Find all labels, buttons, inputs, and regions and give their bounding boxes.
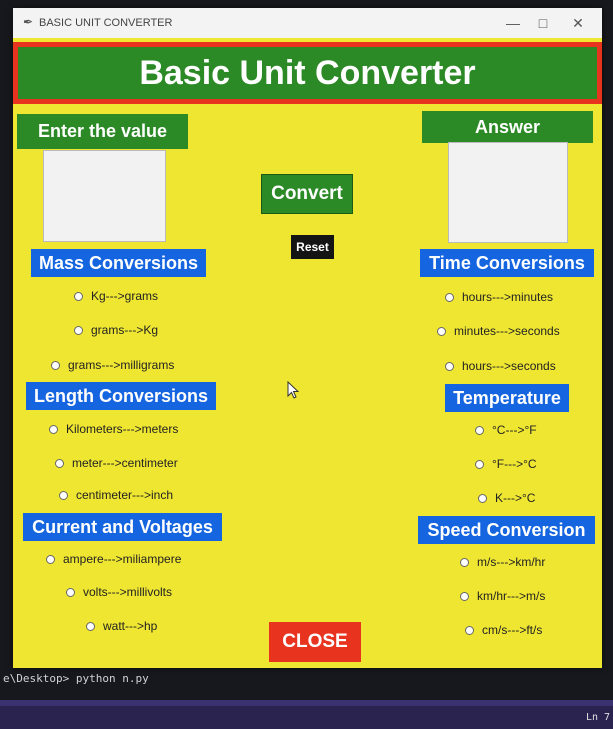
radio-kmhr-ms[interactable]: km/hr--->m/s: [460, 589, 545, 603]
radio-grams-milligrams[interactable]: grams--->milligrams: [51, 358, 174, 372]
radio-circle-icon: [460, 557, 469, 567]
app-title: Basic Unit Converter: [18, 47, 597, 99]
close-window-button[interactable]: ✕: [566, 12, 590, 34]
radio-circle-icon: [66, 587, 75, 597]
radio-circle-icon: [59, 490, 68, 500]
radio-watt-hp[interactable]: watt--->hp: [86, 619, 157, 633]
close-button[interactable]: CLOSE: [269, 622, 361, 662]
reset-button[interactable]: Reset: [291, 235, 334, 259]
mouse-pointer-icon: [287, 381, 299, 399]
maximize-button[interactable]: □: [531, 12, 555, 34]
radio-grams-kg[interactable]: grams--->Kg: [74, 323, 158, 337]
time-conversions-label: Time Conversions: [420, 249, 594, 277]
radio-cms-fts[interactable]: cm/s--->ft/s: [465, 623, 542, 637]
terminal-prompt-line: e\Desktop> python n.py: [3, 672, 149, 685]
radio-ms-kmhr[interactable]: m/s--->km/hr: [460, 555, 545, 569]
minimize-button[interactable]: —: [501, 12, 525, 34]
header-frame: Basic Unit Converter: [13, 42, 602, 104]
radio-kilometers-meters[interactable]: Kilometers--->meters: [49, 422, 178, 436]
window-titlebar: ✒ BASIC UNIT CONVERTER — □ ✕: [13, 8, 602, 38]
radio-hours-minutes[interactable]: hours--->minutes: [445, 290, 553, 304]
radio-circle-icon: [51, 360, 60, 370]
radio-volts-millivolts[interactable]: volts--->millivolts: [66, 585, 172, 599]
radio-circle-icon: [46, 554, 55, 564]
temperature-label: Temperature: [445, 384, 569, 412]
enter-value-label: Enter the value: [17, 114, 188, 149]
radio-celsius-fahrenheit[interactable]: °C--->°F: [475, 423, 537, 437]
feather-icon: ✒: [23, 15, 34, 29]
answer-label: Answer: [422, 111, 593, 143]
radio-circle-icon: [86, 621, 95, 631]
radio-circle-icon: [478, 493, 487, 503]
radio-circle-icon: [437, 326, 446, 336]
radio-hours-seconds[interactable]: hours--->seconds: [445, 359, 556, 373]
radio-circle-icon: [445, 361, 454, 371]
radio-circle-icon: [475, 459, 484, 469]
radio-kelvin-celsius[interactable]: K--->°C: [478, 491, 535, 505]
speed-conversion-label: Speed Conversion: [418, 516, 595, 544]
radio-circle-icon: [460, 591, 469, 601]
radio-circle-icon: [55, 458, 64, 468]
status-line-indicator: Ln 7: [586, 712, 611, 723]
mass-conversions-label: Mass Conversions: [31, 249, 206, 277]
length-conversions-label: Length Conversions: [26, 382, 216, 410]
converter-window: ✒ BASIC UNIT CONVERTER — □ ✕ Basic Unit …: [13, 8, 602, 668]
radio-meter-centimeter[interactable]: meter--->centimeter: [55, 456, 178, 470]
radio-fahrenheit-celsius[interactable]: °F--->°C: [475, 457, 537, 471]
radio-circle-icon: [465, 625, 474, 635]
radio-kg-grams[interactable]: Kg--->grams: [74, 289, 158, 303]
convert-button[interactable]: Convert: [261, 174, 353, 214]
answer-output: [448, 142, 568, 243]
radio-minutes-seconds[interactable]: minutes--->seconds: [437, 324, 560, 338]
current-voltages-label: Current and Voltages: [23, 513, 222, 541]
value-input[interactable]: [43, 150, 166, 242]
window-title: BASIC UNIT CONVERTER: [39, 17, 173, 29]
radio-circle-icon: [74, 291, 83, 301]
radio-circle-icon: [445, 292, 454, 302]
radio-ampere-miliampere[interactable]: ampere--->miliampere: [46, 552, 181, 566]
radio-centimeter-inch[interactable]: centimeter--->inch: [59, 488, 173, 502]
status-bar: [0, 706, 613, 729]
radio-circle-icon: [74, 325, 83, 335]
radio-circle-icon: [49, 424, 58, 434]
radio-circle-icon: [475, 425, 484, 435]
